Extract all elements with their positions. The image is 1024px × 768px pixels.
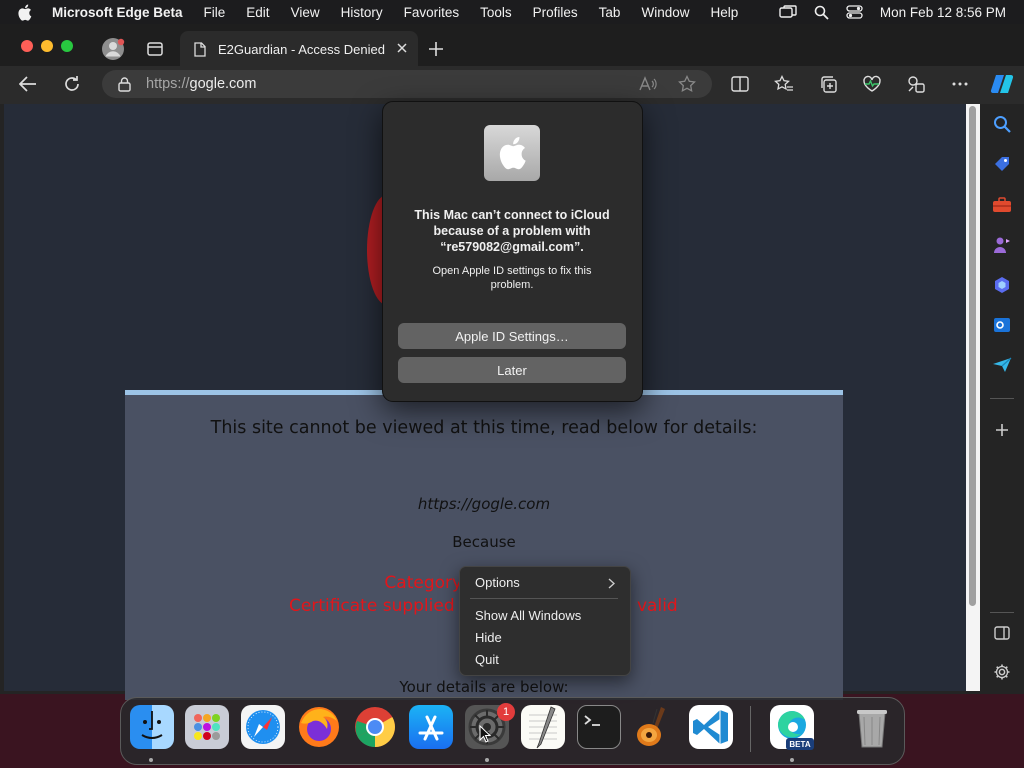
menu-item-hide[interactable]: Hide bbox=[475, 630, 502, 645]
dock-textedit-icon[interactable] bbox=[521, 705, 565, 749]
apple-logo-icon bbox=[484, 125, 540, 181]
close-window-button[interactable] bbox=[21, 40, 33, 52]
sidebar-search-icon[interactable] bbox=[990, 112, 1014, 136]
sidebar-games-icon[interactable] bbox=[990, 233, 1014, 257]
sidebar-outlook-icon[interactable] bbox=[990, 313, 1014, 337]
url-host: gogle.com bbox=[189, 76, 257, 92]
read-aloud-icon[interactable] bbox=[636, 72, 660, 96]
denied-heading: This site cannot be viewed at this time,… bbox=[210, 418, 758, 438]
sidebar-copilot-icon[interactable] bbox=[990, 273, 1014, 297]
url-protocol: https:// bbox=[146, 76, 190, 92]
dock-firefox-icon[interactable] bbox=[297, 705, 341, 749]
maximize-window-button[interactable] bbox=[61, 40, 73, 52]
edge-beta-label: BETA bbox=[786, 738, 814, 750]
vertical-tabs-icon[interactable] bbox=[146, 40, 164, 58]
settings-notification-badge: 1 bbox=[497, 703, 515, 721]
certificate-text-left: Certificate supplied bbox=[289, 596, 455, 616]
menu-item-show-all-windows[interactable]: Show All Windows bbox=[475, 608, 581, 623]
collections-icon[interactable] bbox=[816, 72, 840, 96]
menubar-clock[interactable]: Mon Feb 12 8:56 PM bbox=[880, 5, 1006, 20]
menu-file[interactable]: File bbox=[204, 5, 226, 20]
menu-favorites[interactable]: Favorites bbox=[404, 5, 460, 20]
profile-avatar-icon[interactable] bbox=[101, 37, 125, 61]
chevron-right-icon bbox=[608, 577, 616, 592]
menu-bar: Microsoft Edge Beta File Edit View Histo… bbox=[0, 0, 1024, 24]
minimize-window-button[interactable] bbox=[41, 40, 53, 52]
alert-message: Open Apple ID settings to fix this probl… bbox=[432, 265, 592, 291]
mouse-cursor bbox=[479, 724, 492, 743]
lock-icon[interactable] bbox=[118, 76, 131, 92]
back-button[interactable] bbox=[16, 72, 40, 96]
dock-garageband-icon[interactable] bbox=[633, 705, 677, 749]
page-favicon-icon bbox=[194, 41, 206, 57]
menu-history[interactable]: History bbox=[341, 5, 383, 20]
later-button[interactable]: Later bbox=[398, 357, 626, 383]
extensions-icon[interactable] bbox=[904, 72, 928, 96]
certificate-text-right: valid bbox=[637, 596, 678, 616]
context-menu-divider bbox=[470, 598, 618, 599]
add-favorite-star-icon[interactable] bbox=[675, 72, 699, 96]
sidebar-settings-gear-icon[interactable] bbox=[990, 660, 1014, 684]
edge-running-dot bbox=[790, 758, 794, 762]
screen-mirroring-icon[interactable] bbox=[779, 5, 797, 19]
browser-essentials-icon[interactable] bbox=[860, 72, 884, 96]
menu-help[interactable]: Help bbox=[710, 5, 738, 20]
dock-context-menu: Options Show All Windows Hide Quit bbox=[459, 566, 631, 676]
close-tab-icon[interactable] bbox=[396, 42, 408, 54]
apple-id-settings-button[interactable]: Apple ID Settings… bbox=[398, 323, 626, 349]
sidebar-layout-icon[interactable] bbox=[990, 621, 1014, 645]
address-bar[interactable]: https://gogle.com bbox=[102, 70, 712, 98]
tab-title: E2Guardian - Access Denied bbox=[218, 41, 385, 57]
menu-edit[interactable]: Edit bbox=[246, 5, 269, 20]
menu-view[interactable]: View bbox=[291, 5, 320, 20]
menu-window[interactable]: Window bbox=[641, 5, 689, 20]
tab-e2guardian[interactable]: E2Guardian - Access Denied bbox=[180, 31, 418, 67]
apple-menu-icon[interactable] bbox=[17, 4, 33, 21]
more-options-icon[interactable] bbox=[948, 72, 972, 96]
dock-trash-icon[interactable] bbox=[850, 705, 894, 749]
sidebar-shopping-icon[interactable] bbox=[990, 152, 1014, 176]
details-heading: Your details are below: bbox=[399, 678, 569, 696]
menu-item-options[interactable]: Options bbox=[475, 575, 616, 592]
sidebar-send-icon[interactable] bbox=[990, 353, 1014, 377]
dock-finder-icon[interactable] bbox=[130, 705, 174, 749]
because-label: Because bbox=[452, 533, 516, 551]
app-name-menu[interactable]: Microsoft Edge Beta bbox=[52, 5, 183, 20]
finder-running-dot bbox=[149, 758, 153, 762]
menu-tab[interactable]: Tab bbox=[599, 5, 621, 20]
refresh-button[interactable] bbox=[60, 72, 84, 96]
alert-title: This Mac can’t connect to iCloud because… bbox=[414, 208, 610, 254]
menu-item-quit[interactable]: Quit bbox=[475, 652, 499, 667]
settings-running-dot bbox=[485, 758, 489, 762]
split-screen-icon[interactable] bbox=[728, 72, 752, 96]
dock-terminal-icon[interactable] bbox=[577, 705, 621, 749]
favorites-icon[interactable] bbox=[772, 72, 796, 96]
sidebar-add-icon[interactable] bbox=[990, 418, 1014, 442]
dock-separator bbox=[750, 706, 751, 752]
blocked-url: https://gogle.com bbox=[417, 495, 551, 513]
copilot-icon[interactable] bbox=[990, 72, 1014, 96]
sidebar-divider bbox=[990, 398, 1014, 399]
sidebar-tools-icon[interactable] bbox=[990, 193, 1014, 217]
dock-safari-icon[interactable] bbox=[241, 705, 285, 749]
page-scrollbar-thumb[interactable] bbox=[969, 106, 976, 606]
menu-profiles[interactable]: Profiles bbox=[533, 5, 578, 20]
dock-app-store-icon[interactable] bbox=[409, 705, 453, 749]
menu-tools[interactable]: Tools bbox=[480, 5, 512, 20]
new-tab-button[interactable] bbox=[426, 39, 446, 59]
sidebar-divider-bottom bbox=[990, 612, 1014, 613]
spotlight-search-icon[interactable] bbox=[814, 5, 829, 20]
dock-vscode-icon[interactable] bbox=[689, 705, 733, 749]
control-center-icon[interactable] bbox=[846, 5, 863, 19]
options-label: Options bbox=[475, 575, 520, 590]
dock-chrome-icon[interactable] bbox=[353, 705, 397, 749]
dock-launchpad-icon[interactable] bbox=[185, 705, 229, 749]
